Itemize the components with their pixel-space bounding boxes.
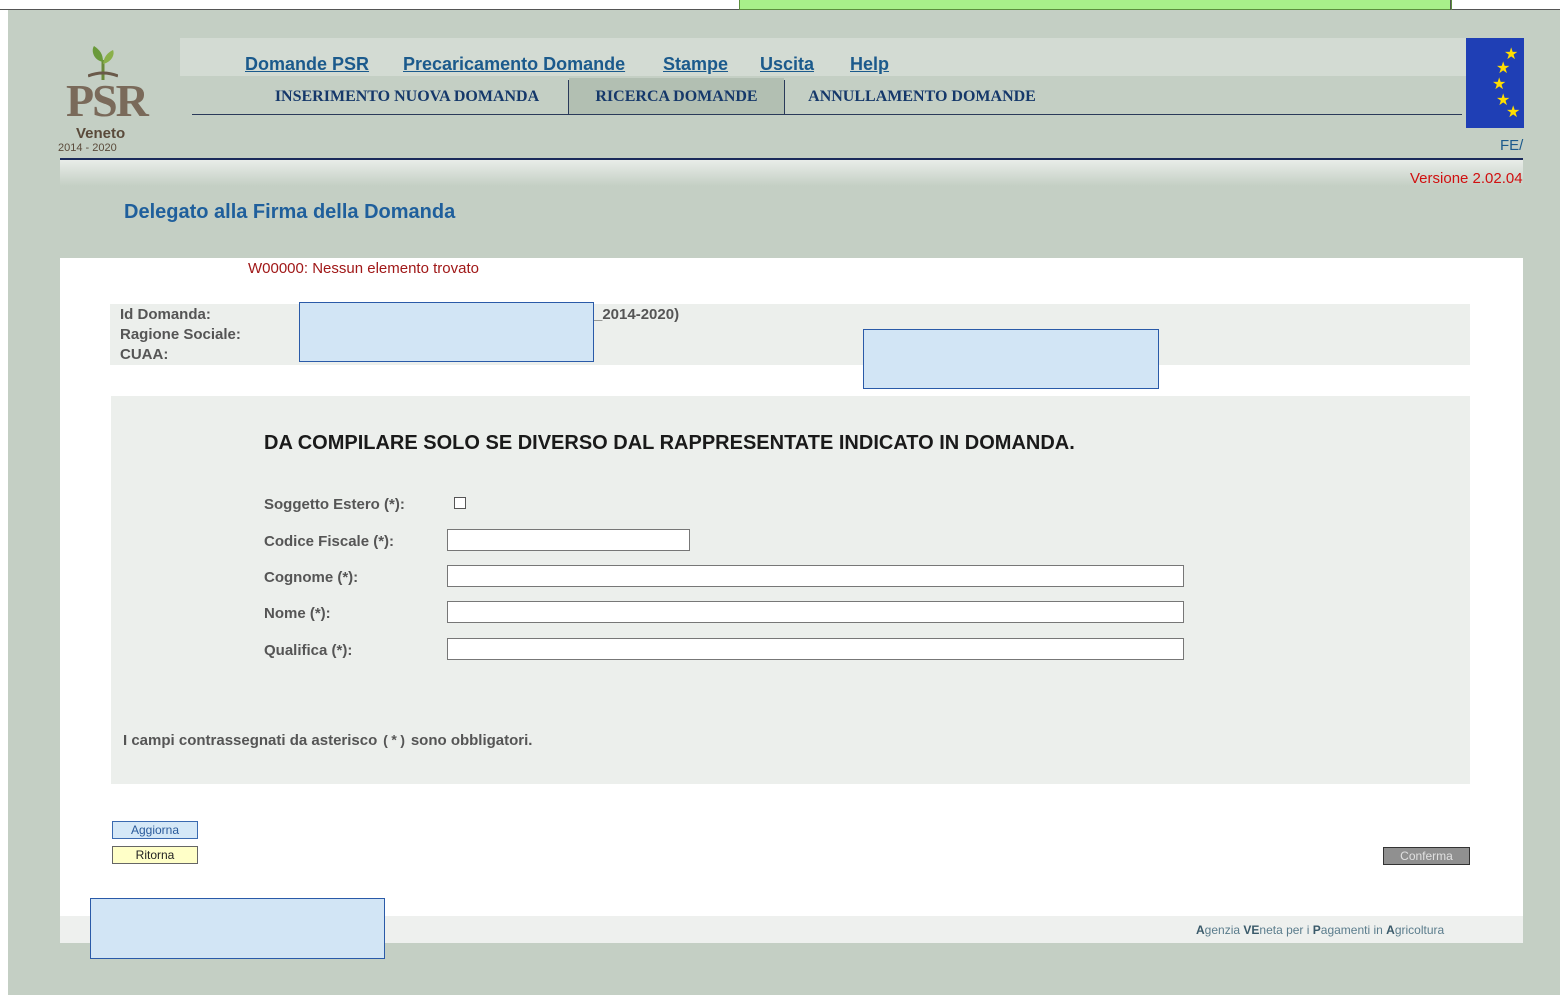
nome-label: Nome (*): — [264, 605, 331, 622]
required-fields-note: I campi contrassegnati da asterisco (*) … — [123, 732, 532, 750]
soggetto-estero-label: Soggetto Estero (*): — [264, 496, 405, 513]
nav-stampe[interactable]: Stampe — [663, 54, 728, 75]
footer-agency: Agenzia VEneta per i Pagamenti in Agrico… — [1196, 923, 1444, 937]
tab-inserimento-nuova-domanda[interactable]: INSERIMENTO NUOVA DOMANDA — [246, 78, 568, 114]
nav-help[interactable]: Help — [850, 54, 889, 75]
codice-fiscale-input[interactable] — [447, 529, 690, 551]
nome-input[interactable] — [447, 601, 1184, 623]
tab-annullamento-domande[interactable]: ANNULLAMENTO DOMANDE — [785, 78, 1059, 114]
footer-initial: A — [1386, 923, 1395, 937]
footer-word: gricoltura — [1394, 923, 1445, 937]
footer-word: agamenti in — [1320, 923, 1387, 937]
footer-word: genzia — [1204, 923, 1244, 937]
ritorna-button[interactable]: Ritorna — [112, 846, 198, 864]
required-note-text: I campi contrassegnati da asterisco — [123, 732, 382, 749]
tab-underline — [192, 114, 1462, 115]
warning-message: W00000: Nessun elemento trovato — [248, 260, 479, 277]
qualifica-input[interactable] — [447, 638, 1184, 660]
aggiorna-button[interactable]: Aggiorna — [112, 821, 198, 839]
eu-flag-icon: ★ ★ ★ ★ ★ — [1466, 38, 1524, 128]
form-heading: DA COMPILARE SOLO SE DIVERSO DAL RAPPRES… — [264, 432, 1075, 454]
tab-ricerca-domande[interactable]: RICERCA DOMANDE — [569, 78, 784, 114]
eu-fund-label: FE/ — [1500, 137, 1524, 154]
version-label: Versione 2.02.04 — [1410, 170, 1523, 187]
logo-years: 2014 - 2020 — [58, 142, 117, 154]
soggetto-estero-checkbox[interactable] — [454, 497, 466, 509]
footer-initial: VE — [1243, 923, 1260, 937]
redacted-box — [90, 898, 385, 959]
cognome-input[interactable] — [447, 565, 1184, 587]
codice-fiscale-label: Codice Fiscale (*): — [264, 533, 395, 550]
nav-domande-psr[interactable]: Domande PSR — [245, 54, 369, 75]
footer-initial: A — [1196, 923, 1205, 937]
page-title: Delegato alla Firma della Domanda — [124, 201, 456, 223]
required-note-text-end: sono obbligatori. — [406, 732, 533, 749]
id-domanda-suffix: _2014-2020) — [594, 306, 680, 323]
ragione-sociale-label: Ragione Sociale: — [120, 326, 241, 343]
footer-initial: P — [1312, 923, 1321, 937]
header-fade — [60, 160, 1523, 186]
top-green-tab — [739, 0, 1452, 10]
psr-logo: PSR Veneto 2014 - 2020 — [52, 38, 152, 158]
header-band — [180, 38, 1490, 76]
cuaa-label: CUAA: — [120, 346, 169, 363]
redacted-box — [863, 329, 1159, 389]
cognome-label: Cognome (*): — [264, 569, 359, 586]
logo-text: PSR — [66, 75, 149, 126]
nav-precaricamento-domande[interactable]: Precaricamento Domande — [403, 54, 625, 75]
required-note-mark: (*) — [381, 734, 407, 750]
nav-uscita[interactable]: Uscita — [760, 54, 814, 75]
conferma-button[interactable]: Conferma — [1383, 847, 1470, 865]
footer-word: neta per i — [1259, 923, 1313, 937]
top-divider — [1450, 0, 1451, 10]
logo-region: Veneto — [76, 125, 126, 142]
id-domanda-label: Id Domanda: — [120, 306, 211, 323]
redacted-box — [299, 302, 594, 362]
qualifica-label: Qualifica (*): — [264, 642, 353, 659]
